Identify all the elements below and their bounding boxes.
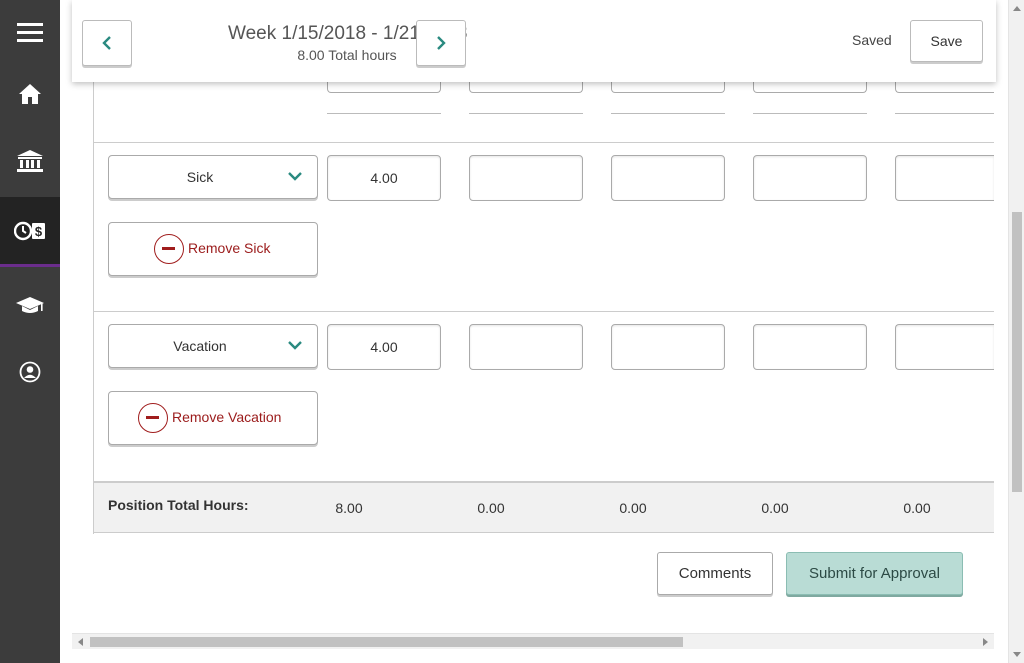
- scroll-down-icon[interactable]: [1013, 652, 1021, 657]
- menu-button[interactable]: [0, 0, 60, 66]
- scroll-up-icon[interactable]: [1013, 6, 1021, 11]
- scroll-right-icon[interactable]: [983, 638, 988, 646]
- select-value: Vacation: [173, 338, 227, 354]
- graduation-cap-icon: [16, 297, 44, 313]
- remove-sick-button[interactable]: Remove Sick: [108, 222, 318, 276]
- chevron-left-icon: [102, 36, 111, 50]
- chevron-down-icon: [288, 341, 302, 350]
- remove-label: Remove Sick: [188, 240, 271, 256]
- scrollbar-thumb[interactable]: [1012, 212, 1022, 492]
- earning-type-select-sick[interactable]: Sick: [108, 155, 318, 199]
- sidebar-item-profile[interactable]: [0, 339, 60, 405]
- remove-vacation-button[interactable]: Remove Vacation: [108, 391, 318, 445]
- chevron-down-icon: [288, 172, 302, 181]
- total-value: 0.00: [903, 500, 931, 516]
- save-status: Saved: [852, 32, 892, 48]
- total-value: 8.00: [335, 500, 363, 516]
- scrollbar-thumb[interactable]: [90, 637, 683, 647]
- hour-input[interactable]: [469, 324, 583, 370]
- hour-input[interactable]: [895, 324, 994, 370]
- hour-input[interactable]: [753, 324, 867, 370]
- divider: [327, 113, 441, 114]
- previous-week-button[interactable]: [82, 20, 132, 66]
- scroll-left-icon[interactable]: [78, 638, 83, 646]
- totals-label: Position Total Hours:: [108, 497, 249, 513]
- hour-input[interactable]: 4.00: [327, 155, 441, 201]
- select-value: Sick: [186, 169, 214, 185]
- sidebar-item-time-entry[interactable]: $: [0, 197, 60, 267]
- hour-input[interactable]: [753, 155, 867, 201]
- row-divider: [94, 142, 994, 143]
- hour-input[interactable]: [469, 155, 583, 201]
- week-header: Week 1/15/2018 - 1/21/2018 8.00 Total ho…: [72, 0, 996, 82]
- timesheet-grid: [93, 60, 995, 534]
- total-value: 0.00: [619, 500, 647, 516]
- row-divider: [94, 311, 994, 312]
- home-icon: [19, 84, 41, 104]
- comments-button[interactable]: Comments: [657, 552, 773, 595]
- bank-icon: [17, 150, 43, 172]
- divider: [469, 113, 583, 114]
- svg-text:$: $: [35, 224, 43, 239]
- remove-circle-icon: [138, 403, 168, 433]
- menu-icon: [17, 23, 43, 42]
- time-money-icon: $: [14, 221, 45, 240]
- user-profile-icon: [19, 361, 41, 383]
- hour-input[interactable]: [611, 324, 725, 370]
- sidebar-item-academics[interactable]: [0, 272, 60, 338]
- total-value: 0.00: [761, 500, 789, 516]
- divider: [895, 113, 994, 114]
- total-value: 0.00: [477, 500, 505, 516]
- remove-label: Remove Vacation: [172, 409, 282, 425]
- save-button[interactable]: Save: [910, 20, 983, 62]
- submit-for-approval-button[interactable]: Submit for Approval: [786, 552, 963, 595]
- next-week-button[interactable]: [416, 20, 466, 66]
- horizontal-scrollbar[interactable]: [72, 633, 994, 649]
- chevron-right-icon: [437, 36, 446, 50]
- remove-circle-icon: [154, 234, 184, 264]
- hour-input[interactable]: 4.00: [327, 324, 441, 370]
- divider: [753, 113, 867, 114]
- hour-input[interactable]: [895, 155, 994, 201]
- divider: [611, 113, 725, 114]
- hour-input[interactable]: [611, 155, 725, 201]
- earning-type-select-vacation[interactable]: Vacation: [108, 324, 318, 368]
- vertical-scrollbar[interactable]: [1008, 0, 1024, 663]
- app-sidebar: $: [0, 0, 60, 663]
- sidebar-item-home[interactable]: [0, 61, 60, 127]
- sidebar-item-finances[interactable]: [0, 128, 60, 194]
